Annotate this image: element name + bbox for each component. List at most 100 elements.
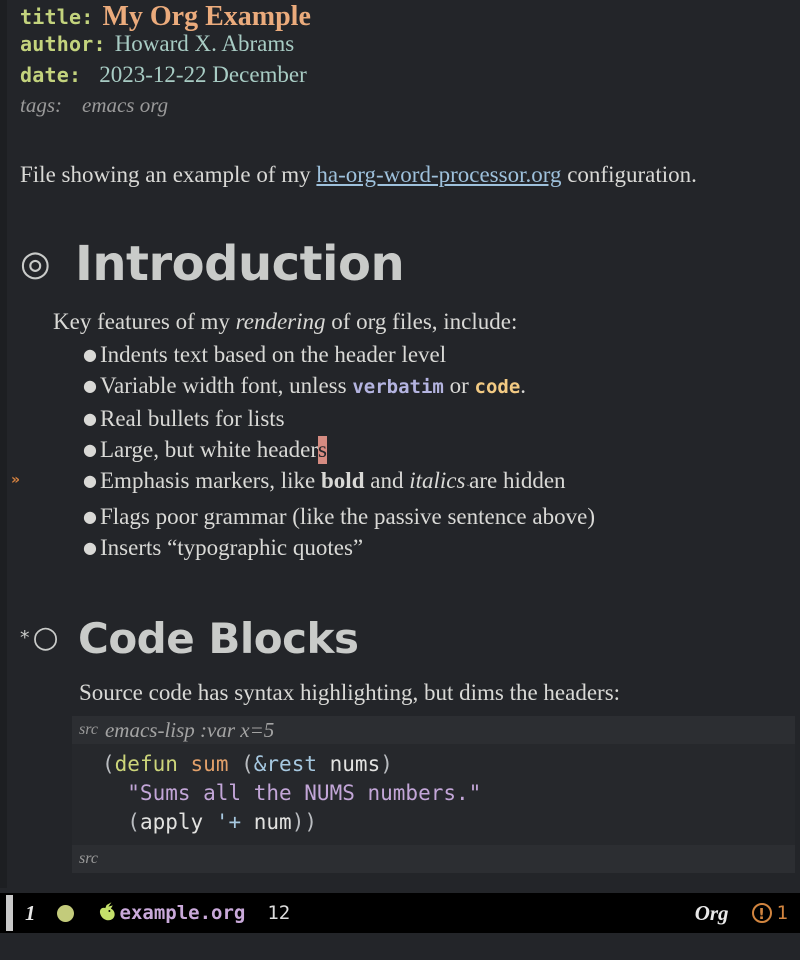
keyword-author-label: author: [20, 32, 106, 56]
document-tags: emacs org [82, 93, 169, 117]
headline-introduction[interactable]: ◎ Introduction [7, 232, 800, 296]
code-line: (apply '+ num)) [72, 808, 795, 837]
circle-icon: *○ [20, 623, 78, 653]
fringe-continuation-icon: » [11, 472, 21, 488]
list-item-suffix: are hidden [469, 468, 566, 493]
text-cursor: s [317, 436, 327, 464]
source-block[interactable]: src emacs-lisp :var x=5 (defun sum (&res… [72, 716, 795, 873]
code-token: ( [102, 752, 115, 776]
list-item: ● Flags poor grammar (like the passive s… [83, 501, 800, 532]
code-line: "Sums all the NUMS numbers." [72, 779, 795, 808]
code-token: defun [114, 752, 178, 776]
list-item-prefix: Variable width font, unless [100, 373, 353, 398]
keyword-line-author: author: Howard X. Abrams [7, 31, 800, 62]
document-date: 2023-12-22 December [99, 62, 307, 87]
bullseye-icon: ◎ [20, 243, 51, 284]
code-token: ( [102, 810, 140, 834]
list-item-text: Inserts “typographic quotes” [100, 535, 364, 560]
introduction-lead: Key features of my rendering of org file… [53, 306, 800, 337]
modeline[interactable]: 1 example.org 12 Org ! 1 [0, 893, 800, 933]
intro-text-after: configuration. [561, 162, 697, 187]
list-item: ● Real bullets for lists [83, 403, 800, 434]
code-token: ) [380, 752, 393, 776]
code-token: nums [329, 752, 381, 776]
bullet-icon: ● [83, 507, 97, 526]
code-token: num [253, 810, 292, 834]
major-mode-label[interactable]: Org [695, 901, 729, 926]
list-item-prefix: Large, but white header [100, 437, 318, 462]
headline-code-blocks-title: Code Blocks [78, 613, 359, 663]
document-title: My Org Example [102, 1, 311, 32]
list-item-text: Real bullets for lists [100, 406, 285, 431]
keyword-line-title: title: My Org Example [7, 0, 800, 32]
code-token: "Sums all the NUMS numbers." [102, 781, 482, 805]
list-item-middle: and [364, 468, 410, 493]
bullet-icon: ● [83, 345, 97, 364]
org-buffer[interactable]: title: My Org Example author: Howard X. … [7, 0, 800, 888]
code-token: sum [190, 752, 229, 776]
emacs-frame: title: My Org Example author: Howard X. … [0, 0, 800, 960]
keyword-line-tags: tags: emacs org [7, 93, 800, 125]
modeline-left-bar [6, 895, 13, 931]
list-item-prefix: Emphasis markers, like [100, 468, 322, 493]
code-token: ( [228, 752, 254, 776]
code-token: apply [139, 810, 204, 834]
lead-part2: of org files, include: [325, 309, 518, 334]
source-block-begin: src emacs-lisp :var x=5 [72, 716, 795, 744]
intro-paragraph: File showing an example of my ha-org-wor… [7, 160, 800, 190]
column-number: 12 [267, 902, 291, 924]
list-item: ● Variable width font, unless verbatim o… [83, 370, 800, 403]
circle-glyph: ○ [32, 620, 60, 655]
list-item: ● Inserts “typographic quotes” [83, 532, 800, 563]
warning-icon[interactable]: ! [751, 903, 772, 923]
bullet-icon: ● [83, 471, 97, 490]
keyword-line-date: date: 2023-12-22 December [7, 62, 800, 93]
bullet-icon: ● [83, 440, 97, 459]
italic-text: italics [409, 468, 466, 493]
feature-list: ● Indents text based on the header level… [11, 339, 800, 563]
list-item: ● Large, but white headers [83, 434, 800, 465]
code-blocks-lead: Source code has syntax highlighting, but… [79, 680, 621, 705]
echo-area[interactable] [0, 933, 800, 960]
lead-part1: Key features of my [53, 309, 236, 334]
window-number: 1 [25, 900, 36, 925]
hidden-marker-icon: ˇ [466, 483, 471, 495]
keyword-tags-label: tags: [20, 93, 62, 117]
list-item-text: Indents text based on the header level [100, 342, 447, 367]
source-end-keyword: src [79, 850, 98, 867]
headline-introduction-title: Introduction [75, 236, 405, 292]
intro-text-before: File showing an example of my [20, 162, 317, 187]
verbatim-text: verbatim [352, 376, 444, 398]
list-item: ● Indents text based on the header level [83, 339, 800, 370]
bullet-icon: ● [83, 409, 97, 428]
warning-count: 1 [776, 902, 788, 924]
keyword-date-label: date: [20, 63, 82, 87]
buffer-name[interactable]: example.org [120, 902, 246, 924]
source-begin-args: emacs-lisp :var x=5 [104, 717, 275, 742]
buffer-status-dot-icon[interactable] [56, 904, 74, 922]
code-token: '+ [215, 810, 242, 834]
list-item-text: Flags poor grammar (like the passive sen… [100, 504, 595, 529]
headline-code-blocks[interactable]: *○ Code Blocks [7, 609, 800, 667]
list-item: » ● Emphasis markers, like bold and ital… [11, 465, 800, 501]
source-block-end: src [72, 845, 795, 873]
org-config-link[interactable]: ha-org-word-processor.org [316, 162, 561, 187]
code-line: (defun sum (&rest nums) [72, 750, 795, 779]
source-begin-keyword: src [79, 721, 98, 738]
bold-text: bold [321, 468, 365, 493]
source-block-code[interactable]: (defun sum (&rest nums) "Sums all the NU… [72, 744, 795, 845]
bullet-icon: ● [83, 376, 97, 395]
keyword-title-label: title: [20, 5, 94, 29]
list-item-middle: or [443, 373, 475, 398]
code-text: code [474, 376, 521, 398]
code-blocks-body: Source code has syntax highlighting, but… [7, 677, 800, 708]
code-token: )) [291, 810, 317, 834]
left-fringe [0, 0, 7, 888]
asterisk-icon: * [20, 627, 31, 649]
document-author: Howard X. Abrams [114, 31, 295, 56]
lead-emphasis: rendering [235, 309, 326, 334]
